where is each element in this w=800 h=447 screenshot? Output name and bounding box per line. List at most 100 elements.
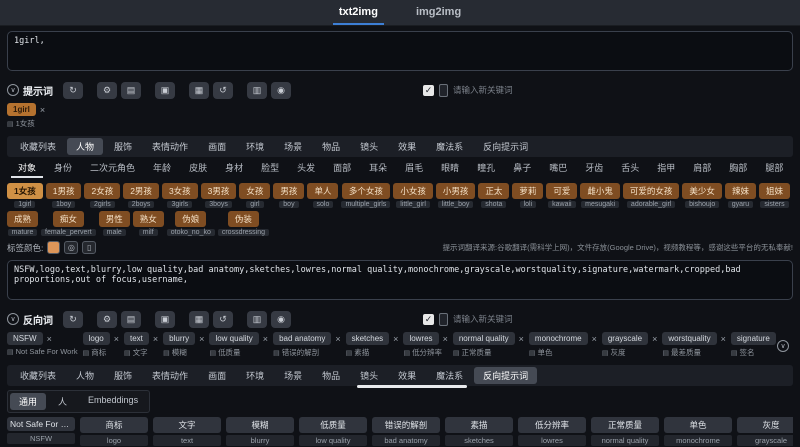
negative-chip-label[interactable]: low quality (209, 332, 259, 345)
tag-button[interactable]: 伪装 crossdressing (217, 211, 270, 236)
chip-remove-icon[interactable]: × (721, 334, 726, 344)
tag-button[interactable]: 单人 solo (307, 183, 339, 208)
category-tab[interactable]: 表情动作 (143, 138, 197, 155)
negative-chip-label[interactable]: monochrome (528, 332, 588, 345)
subcategory-tab[interactable]: 年龄 (146, 160, 178, 178)
category-tab[interactable]: 环境 (237, 367, 273, 384)
tag-button[interactable]: 雌小鬼 mesugaki (580, 183, 620, 208)
tag-button[interactable]: 1女孩 1girl (7, 183, 43, 208)
category-tab[interactable]: 效果 (389, 367, 425, 384)
negative-chip-label[interactable]: NSFW (7, 332, 43, 345)
chip-remove-icon[interactable]: × (335, 334, 340, 344)
chip-remove-icon[interactable]: × (519, 334, 524, 344)
category-tab[interactable]: 人物 (67, 138, 104, 155)
negative-tag-button[interactable]: 错误的解剖 bad anatomy (372, 417, 440, 446)
color-reset-button[interactable]: ◎ (64, 241, 79, 254)
negative-chip-label[interactable]: worstquality (662, 332, 717, 345)
mode-toggle[interactable] (439, 83, 448, 97)
subcategory-tab[interactable]: 胸部 (722, 160, 754, 178)
subcategory-tab[interactable]: 舌头 (614, 160, 646, 178)
subcategory-tab[interactable]: 对象 (11, 160, 44, 178)
subcategory-tab[interactable]: 瞳孔 (470, 160, 502, 178)
category-tab[interactable]: 收藏列表 (11, 138, 65, 155)
toolbar-icon-button[interactable]: ↻ (63, 310, 83, 328)
subcategory-tab[interactable]: 眼睛 (434, 160, 466, 178)
toolbar-icon-button[interactable]: ▥ (247, 81, 267, 99)
translate-checkbox[interactable]: ✓ (423, 84, 434, 96)
negative-chip-label[interactable]: signature (730, 332, 776, 345)
subcategory-tab[interactable]: 眉毛 (398, 160, 430, 178)
tag-button[interactable]: 1男孩 1boy (45, 183, 82, 208)
negative-chip-label[interactable]: logo (82, 332, 110, 345)
tag-remove-icon[interactable]: × (40, 105, 45, 115)
tag-button[interactable]: 熟女 milf (132, 211, 164, 236)
collapse-chips-icon[interactable]: ∨ (777, 340, 789, 352)
tag-button[interactable]: 3男孩 3boys (200, 183, 237, 208)
category-tab[interactable]: 人物 (67, 367, 103, 384)
collapse-icon[interactable]: ∨ (7, 313, 19, 325)
category-tab[interactable]: 魔法系 (427, 138, 472, 155)
negative-tag-button[interactable]: 低质量 low quality (299, 417, 367, 446)
subcategory-tab[interactable]: 牙齿 (578, 160, 610, 178)
negative-prompt-textarea[interactable]: NSFW,logo,text,blurry,low quality,bad an… (7, 260, 793, 300)
negative-tag-button[interactable]: 文字 text (153, 417, 221, 446)
subcategory-tab[interactable]: 嘴巴 (542, 160, 574, 178)
negative-chip-label[interactable]: text (123, 332, 149, 345)
tag-button[interactable]: 2男孩 2boys (123, 183, 159, 208)
toolbar-icon-button[interactable]: ▤ (121, 310, 141, 328)
subcategory-tab[interactable]: 头发 (290, 160, 322, 178)
toolbar-icon-button[interactable]: ▥ (247, 310, 267, 328)
tag-button[interactable]: 2女孩 2girls (84, 183, 121, 208)
toolbar-icon-button[interactable]: ↻ (63, 81, 83, 99)
category-tab[interactable]: 魔法系 (427, 367, 472, 384)
category-tab[interactable]: 画面 (199, 138, 235, 155)
toolbar-icon-button[interactable]: ▤ (121, 81, 141, 99)
negative-tag-button[interactable]: 灰度 grayscale (737, 417, 793, 446)
tag-button[interactable]: 正太 shota (478, 183, 510, 208)
toolbar-icon-button[interactable]: ⚙ (97, 310, 117, 328)
tag-button[interactable]: 小女孩 little_girl (393, 183, 433, 208)
mode-toggle[interactable] (439, 312, 448, 326)
tag-button[interactable]: 小男孩 little_boy (435, 183, 476, 208)
category-tab[interactable]: 服饰 (105, 138, 141, 155)
toolbar-icon-button[interactable]: ▣ (155, 310, 175, 328)
negative-chip-label[interactable]: sketches (345, 332, 390, 345)
category-tab[interactable]: 物品 (313, 138, 349, 155)
tag-button[interactable]: 3女孩 3girls (161, 183, 198, 208)
collapse-icon[interactable]: ∨ (7, 84, 19, 96)
category-tab[interactable]: 物品 (313, 367, 349, 384)
negative-chip-label[interactable]: grayscale (601, 332, 649, 345)
negative-subtab[interactable]: 通用 (10, 393, 47, 410)
top-tab[interactable]: img2img (410, 0, 467, 25)
toolbar-icon-button[interactable]: ▦ (189, 81, 209, 99)
negative-tag-button[interactable]: 商标 logo (80, 417, 148, 446)
prompt-tag-label[interactable]: 1girl (7, 103, 36, 116)
chip-remove-icon[interactable]: × (114, 334, 119, 344)
subcategory-tab[interactable]: 指甲 (650, 160, 682, 178)
category-tab[interactable]: 表情动作 (143, 367, 197, 384)
category-tab[interactable]: 场景 (275, 367, 311, 384)
chip-remove-icon[interactable]: × (443, 334, 448, 344)
tag-button[interactable]: 多个女孩 multiple_girls (341, 183, 391, 208)
subcategory-tab[interactable]: 皮肤 (182, 160, 214, 178)
subcategory-tab[interactable]: 面部 (326, 160, 358, 178)
translate-checkbox[interactable]: ✓ (423, 313, 434, 325)
tag-button[interactable]: 美少女 bishoujo (682, 183, 722, 208)
tag-button[interactable]: 可爱 kawaii (546, 183, 578, 208)
negative-subtab[interactable]: 人 (49, 393, 76, 410)
horizontal-scrollbar-thumb[interactable] (357, 385, 467, 388)
negative-subtab[interactable]: Embeddings (79, 393, 147, 410)
subcategory-tab[interactable]: 身份 (47, 160, 79, 178)
tag-button[interactable]: 萝莉 loli (512, 183, 544, 208)
chip-remove-icon[interactable]: × (199, 334, 204, 344)
toolbar-icon-button[interactable]: ↺ (213, 310, 233, 328)
chip-remove-icon[interactable]: × (47, 334, 52, 344)
category-tab[interactable]: 效果 (389, 138, 425, 155)
negative-tag-button[interactable]: 低分辨率 lowres (518, 417, 586, 446)
negative-chip-label[interactable]: lowres (403, 332, 439, 345)
subcategory-tab[interactable]: 腿部 (758, 160, 790, 178)
negative-chip-label[interactable]: blurry (163, 332, 196, 345)
category-tab[interactable]: 反向提示词 (474, 138, 537, 155)
category-tab[interactable]: 镜头 (351, 138, 387, 155)
tag-button[interactable]: 成熟 mature (7, 211, 39, 236)
